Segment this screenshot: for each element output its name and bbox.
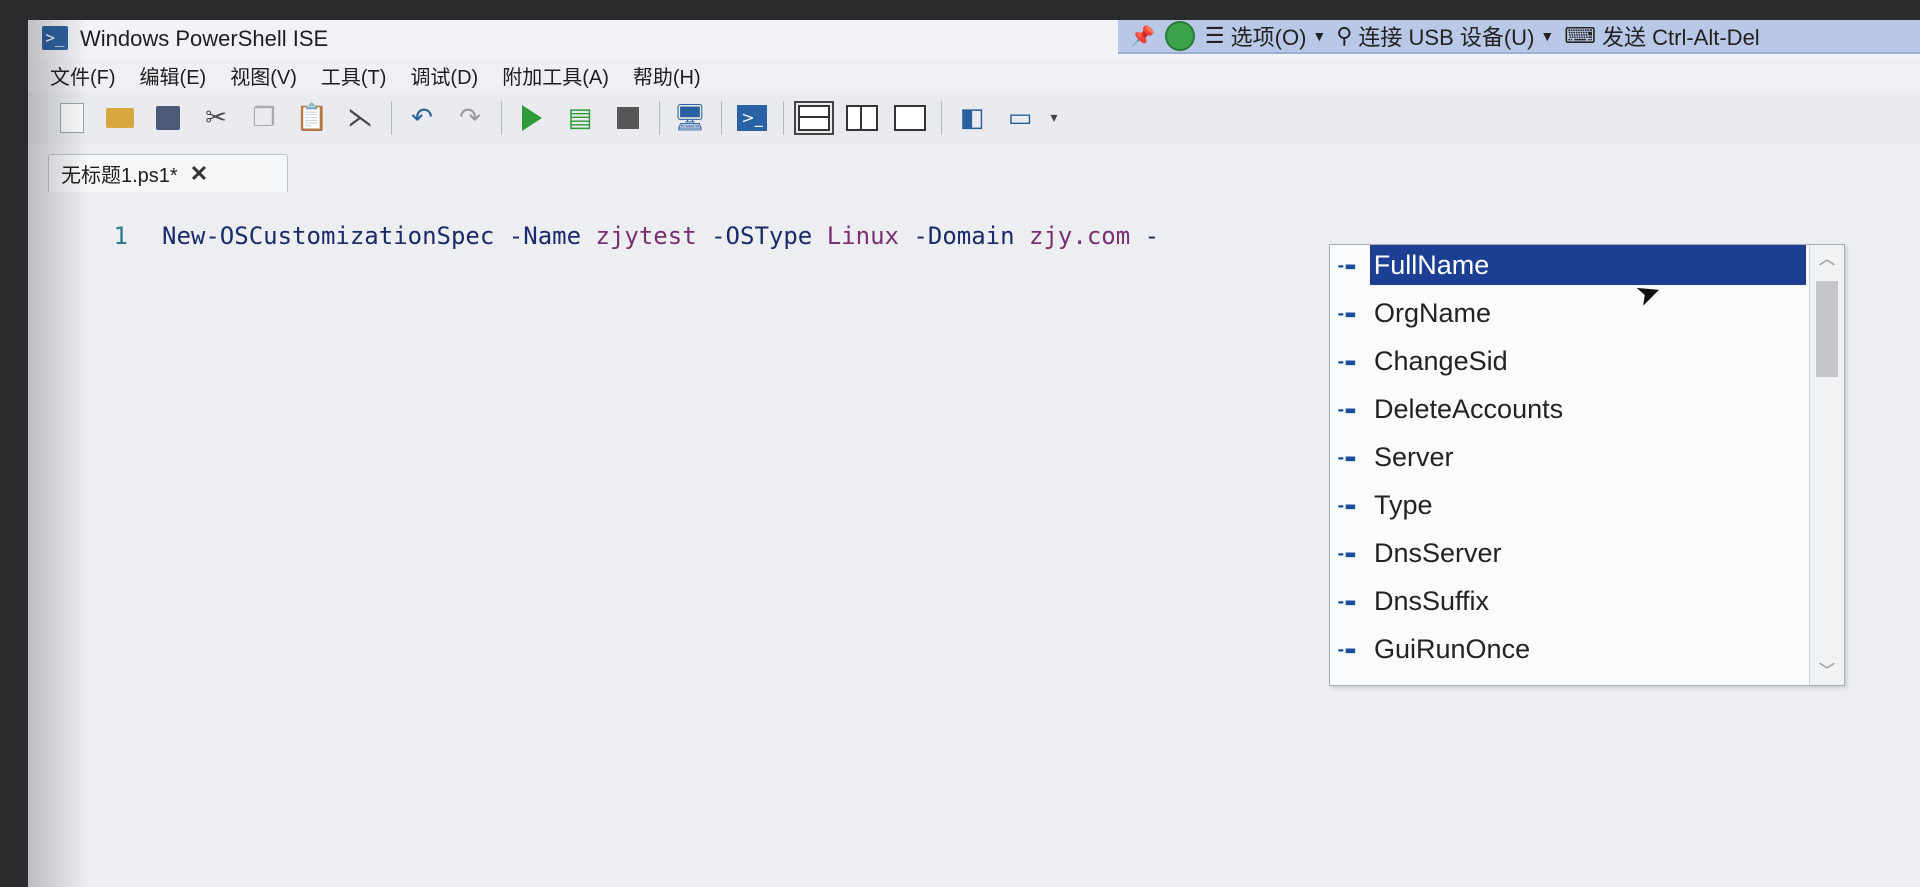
- show-script-pane-top-icon[interactable]: [790, 96, 838, 140]
- toolbar-separator: [494, 96, 508, 140]
- parameter-icon: -▬: [1336, 495, 1356, 515]
- menu-bar: 文件(F) 编辑(E) 视图(V) 工具(T) 调试(D) 附加工具(A) 帮助…: [28, 58, 1920, 92]
- parameter-icon: -▬: [1336, 591, 1356, 611]
- tab-label: 无标题1.ps1*: [61, 165, 178, 187]
- powershell-icon: >_: [42, 26, 68, 50]
- param-token: -Domain: [913, 222, 1015, 250]
- intellisense-item[interactable]: -▬ GuiRunOnce: [1330, 629, 1806, 669]
- menu-help[interactable]: 帮助(H): [633, 61, 701, 90]
- menu-debug[interactable]: 调试(D): [410, 61, 478, 90]
- intellisense-item[interactable]: -▬ FullName: [1330, 245, 1806, 285]
- toolbar-separator: [714, 96, 728, 140]
- intellisense-item[interactable]: -▬ Type: [1330, 485, 1806, 525]
- scroll-up-icon[interactable]: ︿: [1810, 245, 1844, 273]
- code-text[interactable]: New-OSCustomizationSpec -Name zjytest -O…: [162, 222, 1159, 250]
- paste-icon[interactable]: 📋: [288, 96, 336, 140]
- arg-token: zjytest: [595, 222, 697, 250]
- undo-icon[interactable]: ↶: [398, 96, 446, 140]
- copy-icon[interactable]: ❐: [240, 96, 288, 140]
- intellisense-popup: -▬ FullName -▬ OrgName -▬ ChangeSid -▬ D…: [1329, 244, 1845, 686]
- pin-icon[interactable]: 📌: [1130, 24, 1155, 49]
- chevron-down-icon: ▼: [1540, 28, 1555, 44]
- send-ctrl-alt-del-button[interactable]: ⌨ 发送 Ctrl-Alt-Del: [1564, 20, 1759, 52]
- screen: >_ Windows PowerShell ISE 📌 ☰ 选项(O) ▼ ⚲ …: [28, 20, 1920, 887]
- menu-tools[interactable]: 工具(T): [321, 61, 387, 90]
- toolbar-separator: [384, 96, 398, 140]
- arg-token: Linux: [826, 222, 899, 250]
- connect-usb-menu[interactable]: ⚲ 连接 USB 设备(U) ▼: [1336, 20, 1554, 52]
- run-selection-icon[interactable]: ▤: [556, 96, 604, 140]
- param-token: -Name: [508, 222, 582, 250]
- remote-toolbar: 📌 ☰ 选项(O) ▼ ⚲ 连接 USB 设备(U) ▼ ⌨ 发送 Ctrl-A…: [1118, 20, 1920, 54]
- window-title: Windows PowerShell ISE: [80, 26, 329, 51]
- toolbar: ✂ ❐ 📋 ⋋ ↶ ↷ ▤ 🖥 >_ ◧ ▭ ▾: [28, 92, 1920, 144]
- arg-token: zjy.com: [1029, 222, 1131, 250]
- show-script-pane-max-icon[interactable]: [886, 96, 934, 140]
- scroll-down-icon[interactable]: ﹀: [1810, 657, 1844, 685]
- parameter-icon: -▬: [1336, 639, 1356, 659]
- show-addon-icon[interactable]: ▭: [996, 96, 1044, 140]
- parameter-icon: -▬: [1336, 303, 1356, 323]
- toolbar-overflow-icon[interactable]: ▾: [1044, 96, 1064, 140]
- menu-addons[interactable]: 附加工具(A): [502, 61, 609, 90]
- redo-icon[interactable]: ↷: [446, 96, 494, 140]
- intellisense-item[interactable]: -▬ Server: [1330, 437, 1806, 477]
- intellisense-item[interactable]: -▬ DnsSuffix: [1330, 581, 1806, 621]
- toolbar-separator: [776, 96, 790, 140]
- run-icon[interactable]: [508, 96, 556, 140]
- powershell-console-icon[interactable]: >_: [728, 96, 776, 140]
- cmdlet-token: New-OSCustomizationSpec: [162, 222, 495, 250]
- parameter-icon: -▬: [1336, 255, 1356, 275]
- show-script-pane-right-icon[interactable]: [838, 96, 886, 140]
- tab-strip: 无标题1.ps1* ✕: [28, 148, 1920, 193]
- param-token: -OSType: [711, 222, 813, 250]
- hamburger-icon: ☰: [1204, 23, 1225, 48]
- param-token: -: [1144, 222, 1160, 250]
- keyboard-icon: ⌨: [1564, 23, 1597, 48]
- open-icon[interactable]: [96, 96, 144, 140]
- parameter-icon: -▬: [1336, 399, 1356, 419]
- menu-edit[interactable]: 编辑(E): [140, 61, 207, 90]
- parameter-icon: -▬: [1336, 447, 1356, 467]
- intellisense-item[interactable]: -▬ DeleteAccounts: [1330, 389, 1806, 429]
- toolbar-separator: [652, 96, 666, 140]
- menu-view[interactable]: 视图(V): [230, 61, 297, 90]
- connection-status-icon[interactable]: [1164, 21, 1195, 51]
- save-icon[interactable]: [144, 96, 192, 140]
- parameter-icon: -▬: [1336, 543, 1356, 563]
- scroll-thumb[interactable]: [1816, 281, 1838, 377]
- line-number: 1: [113, 222, 128, 250]
- options-label: 选项(O): [1230, 25, 1307, 50]
- show-command-pane-icon[interactable]: ◧: [948, 96, 996, 140]
- usb-icon: ⚲: [1336, 23, 1353, 48]
- clear-icon[interactable]: ⋋: [336, 96, 384, 140]
- intellisense-item[interactable]: -▬ ChangeSid: [1330, 341, 1806, 381]
- intellisense-list: -▬ FullName -▬ OrgName -▬ ChangeSid -▬ D…: [1330, 245, 1806, 685]
- close-icon[interactable]: ✕: [190, 161, 208, 187]
- intellisense-item[interactable]: -▬ DnsServer: [1330, 533, 1806, 573]
- intellisense-item[interactable]: -▬ OrgName: [1330, 293, 1806, 333]
- connect-usb-label: 连接 USB 设备(U): [1358, 25, 1535, 50]
- toolbar-separator: [934, 96, 948, 140]
- intellisense-scrollbar[interactable]: ︿ ﹀: [1809, 245, 1844, 685]
- tab-untitled1[interactable]: 无标题1.ps1* ✕: [48, 154, 288, 192]
- cut-icon[interactable]: ✂: [192, 96, 240, 140]
- parameter-icon: -▬: [1336, 351, 1356, 371]
- new-icon[interactable]: [48, 96, 96, 140]
- options-menu[interactable]: ☰ 选项(O) ▼: [1205, 20, 1326, 52]
- send-label: 发送 Ctrl-Alt-Del: [1602, 25, 1760, 50]
- stop-icon[interactable]: [604, 96, 652, 140]
- remote-powershell-icon[interactable]: 🖥: [666, 96, 714, 140]
- menu-file[interactable]: 文件(F): [50, 61, 116, 90]
- code-line: 1 New-OSCustomizationSpec -Name zjytest …: [28, 220, 1160, 252]
- chevron-down-icon: ▼: [1312, 28, 1327, 44]
